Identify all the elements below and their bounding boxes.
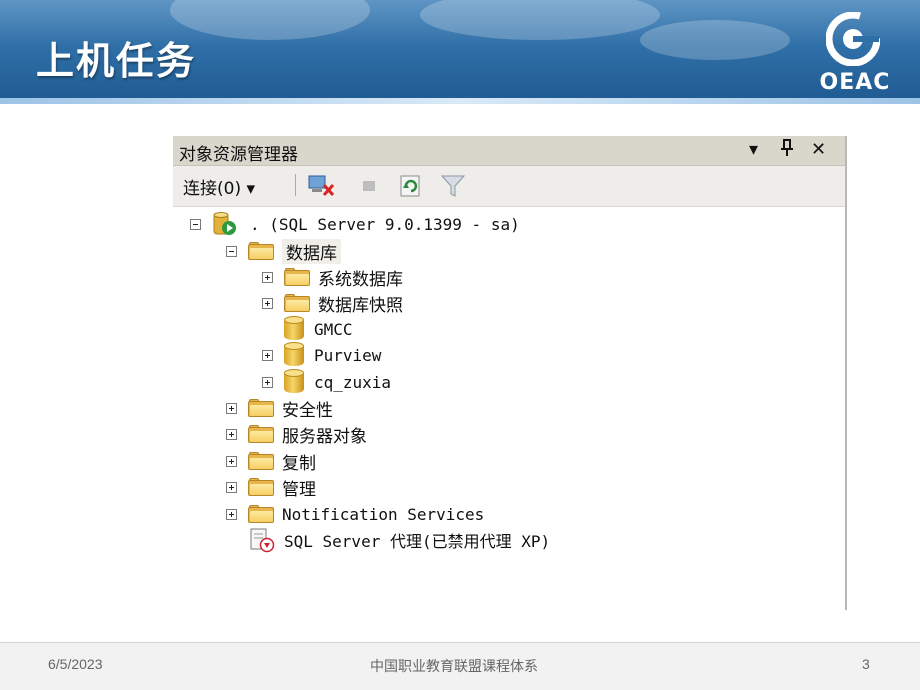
tree-node-system-databases[interactable]: 系统数据库 [262,265,403,290]
tree-node-label: cq_zuxia [314,372,392,392]
filter-icon[interactable] [439,173,467,199]
oeac-logo-icon [826,12,880,66]
tree-node-label: Purview [314,345,382,365]
footer-divider [0,642,920,643]
footer-date: 6/5/2023 [48,656,103,672]
expand-toggle[interactable] [262,271,273,283]
tree-node-db-cq-zuxia[interactable]: cq_zuxia [262,369,392,395]
tree-node-db-purview[interactable]: Purview [262,342,382,368]
connect-label: 连接(0) [183,179,242,199]
header-stripe [0,98,920,104]
tree-node-label: 数据库快照 [318,295,403,316]
disconnect-icon[interactable] [307,173,335,199]
expand-toggle[interactable] [226,481,237,493]
tree-node-replication[interactable]: 复制 [226,449,316,474]
tree-node-database-snapshots[interactable]: 数据库快照 [262,291,403,316]
stop-icon[interactable] [355,173,383,199]
tree-node-label: SQL Server 代理(已禁用代理 XP) [284,532,551,551]
folder-icon [248,425,274,443]
slide-title: 上机任务 [36,39,197,83]
explorer-titlebar: 对象资源管理器 ▾ ✕ [173,136,845,166]
folder-icon [248,242,274,260]
tree-node-server-objects[interactable]: 服务器对象 [226,422,367,447]
connect-button[interactable]: 连接(0) ▾ [183,174,255,199]
tree-node-label: 服务器对象 [282,426,367,447]
expand-toggle[interactable] [262,349,273,361]
tree-node-label: GMCC [314,319,353,339]
expand-toggle[interactable] [226,428,237,440]
close-icon[interactable]: ✕ [811,139,826,161]
toolbar-separator [295,174,296,196]
folder-icon [248,452,274,470]
expand-toggle[interactable] [262,297,273,309]
tree-node-label: . (SQL Server 9.0.1399 - sa) [250,214,520,234]
footer-page-number: 3 [862,656,870,672]
tree-node-label: 系统数据库 [318,269,403,290]
expand-toggle[interactable] [226,508,237,520]
explorer-title: 对象资源管理器 [179,145,298,165]
tree-node-security[interactable]: 安全性 [226,396,333,421]
cloud-decoration [170,0,370,40]
tree-node-label: 管理 [282,479,316,500]
expand-toggle[interactable] [226,402,237,414]
object-explorer-window: 对象资源管理器 ▾ ✕ 连接(0) ▾ . (SQL Server 9.0.13… [173,136,847,610]
folder-icon [248,505,274,523]
folder-icon [284,294,310,312]
slide-header: 上机任务 OEAC [0,0,920,104]
tree-node-notification-services[interactable]: Notification Services [226,502,484,526]
expand-toggle[interactable] [262,376,273,388]
database-icon [284,342,304,368]
tree-node-sql-server-agent[interactable]: SQL Server 代理(已禁用代理 XP) [226,528,551,553]
tree-node-label: 安全性 [282,400,333,421]
window-position-dropdown-icon[interactable]: ▾ [749,139,758,161]
expand-toggle[interactable] [226,455,237,467]
tree-node-server[interactable]: . (SQL Server 9.0.1399 - sa) [190,212,520,236]
tree-node-databases[interactable]: 数据库 [226,238,341,264]
cloud-decoration [640,20,790,60]
auto-hide-pin-icon[interactable] [779,139,795,163]
refresh-icon[interactable] [397,173,425,199]
tree-node-db-gmcc[interactable]: GMCC [262,316,353,342]
tree-node-management[interactable]: 管理 [226,475,316,500]
cloud-decoration [420,0,660,40]
tree-node-label: Notification Services [282,504,485,524]
folder-icon [284,268,310,286]
server-icon [213,212,236,235]
logo-text: OEAC [819,70,891,95]
explorer-toolbar: 连接(0) ▾ [173,166,845,207]
database-icon [284,316,304,342]
collapse-toggle[interactable] [190,218,201,230]
folder-icon [248,478,274,496]
database-icon [284,369,304,395]
tree-node-label: 复制 [282,453,316,474]
folder-icon [248,399,274,417]
tree-node-label: 数据库 [282,238,341,264]
collapse-toggle[interactable] [226,245,237,257]
agent-icon [250,528,275,553]
chevron-down-icon: ▾ [246,179,256,199]
footer-course-name: 中国职业教育联盟课程体系 [370,658,538,674]
